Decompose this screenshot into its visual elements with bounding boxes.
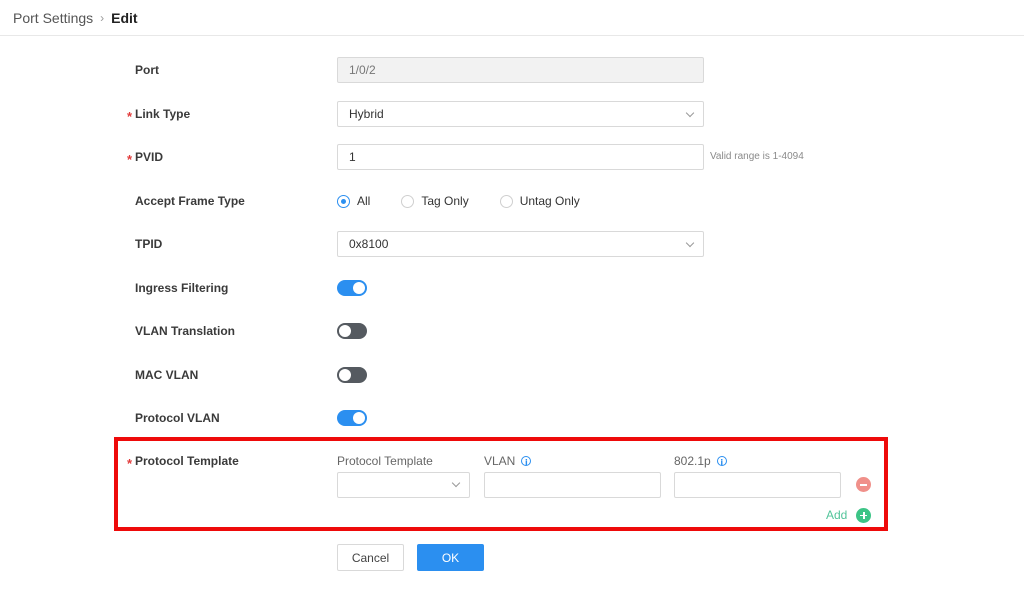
required-mark: * bbox=[127, 456, 133, 471]
vlan-translation-toggle[interactable] bbox=[337, 323, 367, 339]
ingress-filtering-toggle[interactable] bbox=[337, 280, 367, 296]
radio-checked-icon bbox=[337, 194, 350, 208]
info-icon[interactable] bbox=[716, 454, 727, 472]
toggle-knob bbox=[353, 282, 365, 294]
accept-frame-type-row: Accept Frame Type All Tag Only Untag Onl… bbox=[0, 188, 1024, 220]
chevron-down-icon bbox=[685, 108, 695, 118]
pvid-row: * PVID 1 Valid range is 1-4094 bbox=[0, 144, 1024, 176]
protocol-template-column-header: Protocol Template bbox=[337, 452, 433, 470]
protocol-template-label: Protocol Template bbox=[135, 454, 239, 468]
priority-column-header: 802.1p bbox=[674, 452, 727, 472]
tpid-value: 0x8100 bbox=[349, 237, 389, 251]
protocol-vlan-label: Protocol VLAN bbox=[135, 411, 220, 425]
info-icon[interactable] bbox=[521, 454, 532, 472]
minus-circle-icon[interactable] bbox=[856, 477, 871, 492]
breadcrumb: Port Settings › Edit bbox=[0, 0, 1024, 36]
link-type-select[interactable]: Hybrid bbox=[337, 101, 704, 127]
port-row: Port 1/0/2 bbox=[0, 57, 1024, 89]
link-type-value: Hybrid bbox=[349, 107, 384, 121]
radio-tag-only-label: Tag Only bbox=[421, 194, 469, 208]
ok-button[interactable]: OK bbox=[417, 544, 484, 571]
protocol-vlan-toggle[interactable] bbox=[337, 410, 367, 426]
mac-vlan-label: MAC VLAN bbox=[135, 368, 199, 382]
port-label: Port bbox=[135, 63, 159, 77]
link-type-label: Link Type bbox=[135, 107, 191, 121]
accept-frame-type-label: Accept Frame Type bbox=[135, 194, 245, 208]
breadcrumb-port-settings[interactable]: Port Settings bbox=[13, 10, 93, 26]
tpid-label: TPID bbox=[135, 237, 163, 251]
port-settings-edit-page: Port Settings › Edit Port 1/0/2 * Link T… bbox=[0, 0, 1024, 611]
radio-untag-only-label: Untag Only bbox=[519, 194, 580, 208]
plus-circle-icon bbox=[856, 507, 872, 523]
accept-frame-type-radio-group: All Tag Only Untag Only bbox=[337, 188, 611, 214]
radio-unchecked-icon bbox=[401, 194, 415, 208]
vlan-column-header: VLAN bbox=[484, 452, 532, 472]
add-label: Add bbox=[826, 508, 848, 522]
chevron-down-icon bbox=[451, 478, 461, 488]
tpid-select[interactable]: 0x8100 bbox=[337, 231, 704, 257]
mac-vlan-toggle[interactable] bbox=[337, 367, 367, 383]
protocol-template-column-label: Protocol Template bbox=[337, 454, 433, 468]
radio-tag-only[interactable]: Tag Only bbox=[401, 194, 469, 208]
vlan-input[interactable] bbox=[484, 472, 661, 498]
vlan-column-label: VLAN bbox=[484, 454, 516, 468]
pvid-label: PVID bbox=[135, 150, 164, 164]
vlan-translation-row: VLAN Translation bbox=[0, 318, 1024, 350]
link-type-row: * Link Type Hybrid bbox=[0, 101, 1024, 133]
add-row-button[interactable]: Add bbox=[826, 507, 872, 523]
toggle-knob bbox=[353, 412, 365, 424]
port-field: 1/0/2 bbox=[337, 57, 704, 83]
vlan-translation-label: VLAN Translation bbox=[135, 324, 236, 338]
breadcrumb-edit: Edit bbox=[111, 9, 138, 26]
radio-unchecked-icon bbox=[499, 194, 513, 208]
pvid-input[interactable]: 1 bbox=[337, 144, 704, 170]
toggle-knob bbox=[339, 325, 351, 337]
pvid-range-hint: Valid range is 1-4094 bbox=[710, 151, 804, 162]
radio-all[interactable]: All bbox=[337, 194, 370, 208]
ingress-filtering-row: Ingress Filtering bbox=[0, 275, 1024, 307]
required-mark: * bbox=[127, 109, 133, 124]
tpid-row: TPID 0x8100 bbox=[0, 231, 1024, 263]
priority-input[interactable] bbox=[674, 472, 841, 498]
mac-vlan-row: MAC VLAN bbox=[0, 362, 1024, 394]
cancel-button[interactable]: Cancel bbox=[337, 544, 404, 571]
priority-column-label: 802.1p bbox=[674, 454, 711, 468]
protocol-template-select[interactable] bbox=[337, 472, 470, 498]
toggle-knob bbox=[339, 369, 351, 381]
required-mark: * bbox=[127, 152, 133, 167]
radio-all-label: All bbox=[357, 194, 371, 208]
radio-untag-only[interactable]: Untag Only bbox=[499, 194, 580, 208]
chevron-right-icon: › bbox=[100, 10, 105, 25]
ingress-filtering-label: Ingress Filtering bbox=[135, 281, 229, 295]
chevron-down-icon bbox=[685, 238, 695, 248]
protocol-vlan-row: Protocol VLAN bbox=[0, 405, 1024, 437]
